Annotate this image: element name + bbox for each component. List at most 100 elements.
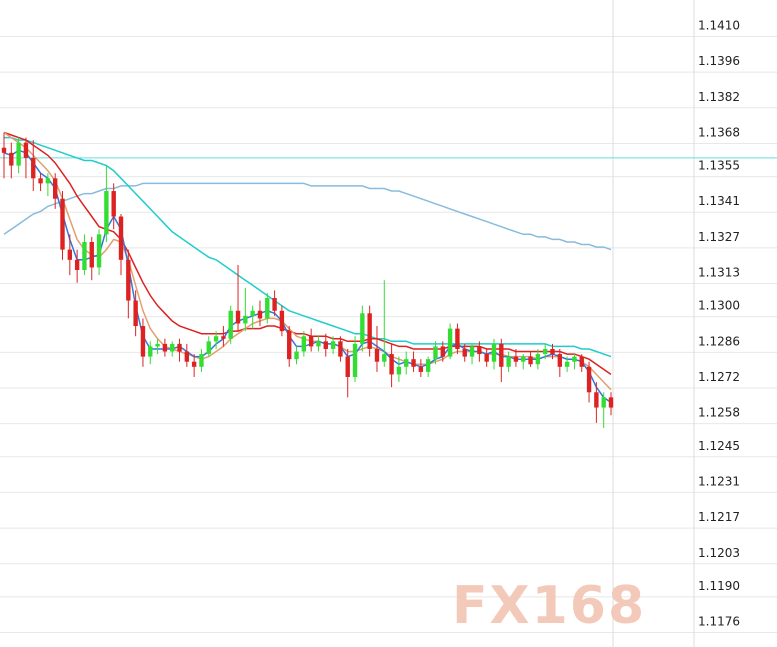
candle-body [601,397,606,408]
y-tick-label: 1.1190 [698,579,740,593]
candle-body [433,346,438,360]
candle-body [272,298,277,311]
candle-body [111,191,116,217]
y-tick-label: 1.1231 [698,474,740,488]
candle-body [550,348,555,355]
candle-body [469,346,475,357]
candle-body [608,397,614,408]
candle-body [594,392,599,408]
candle-body [31,157,36,179]
candle-body [133,300,138,327]
candle-body [382,354,387,362]
candle-body [221,336,226,339]
candle-body [82,241,87,271]
price-chart: 1.1410 1.1396 1.1382 1.1368 1.1355 1.1341 1.13… [0,0,777,647]
fx168-watermark-logo: FX168 [452,577,646,629]
candle-body [542,348,548,355]
candle-body [352,343,358,377]
candle-body [557,354,563,367]
y-tick-label: 1.1341 [698,194,740,208]
y-tick-label: 1.1368 [698,125,740,139]
candle-body [191,361,197,367]
candle-body [250,310,255,316]
candle-body [213,336,219,342]
candle-body [126,259,131,301]
candle-body [330,341,336,349]
candle-body [287,331,292,360]
candle-body [586,366,592,393]
candle-body [148,346,153,357]
candle-body [513,356,519,362]
candle-body [323,341,328,349]
candle-body [338,341,343,357]
candle-body [184,351,190,362]
candle-body [1,147,7,153]
y-tick-label: 1.1313 [698,266,740,280]
watermark-text: FX168 [452,577,646,629]
candle-body [484,354,489,362]
candle-body [316,341,321,347]
y-tick-label: 1.1272 [698,370,740,384]
candle-body [89,241,94,268]
candle-body [67,249,73,260]
candle-body [345,356,350,377]
candle-body [74,259,80,271]
candle-body [235,310,241,324]
candle-body [396,366,402,375]
candle [228,305,233,344]
candle-body [411,359,416,367]
chart-background [0,0,777,647]
candle-body [447,328,453,357]
candle-body [535,354,541,365]
candle-body [162,343,168,352]
candle-body [265,298,270,319]
y-tick-label: 1.1217 [698,510,740,524]
candle-body [9,152,14,166]
candle-body [374,348,380,362]
y-tick-label: 1.1396 [698,54,740,68]
candle-body [199,354,204,367]
candle-body [301,336,307,352]
candle-body [308,336,314,347]
candle-body [23,142,29,158]
candle-body [257,310,263,319]
candle-body [440,346,445,357]
candle-body [243,315,248,324]
candle-body [228,310,233,339]
candle-body [389,354,394,375]
y-tick-label: 1.1245 [698,439,740,453]
candle-body [118,216,124,260]
candle-body [477,346,482,355]
candle-body [528,356,533,365]
candle-body [206,341,211,355]
y-tick-label: 1.1286 [698,334,740,348]
y-tick-label: 1.1300 [698,299,740,313]
candle-body [579,356,584,367]
y-tick-label: 1.1258 [698,406,740,420]
y-tick-label: 1.1410 [698,18,740,32]
candle-body [177,343,182,352]
candle-body [155,343,160,347]
candle-body [455,328,460,349]
candle-body [279,310,285,332]
candle-body [52,178,58,199]
candle-body [96,234,102,268]
candle-body [170,343,175,352]
y-tick-label: 1.1382 [698,90,740,104]
candle-body [572,356,577,362]
y-tick-label: 1.1176 [698,615,740,629]
candle-body [38,178,43,184]
candle-body [367,313,372,349]
candle-body [491,343,497,362]
candle-body [418,366,424,372]
candle-body [564,361,570,367]
candle-body [140,326,146,357]
candle-body [294,351,299,360]
candle-body [404,359,409,367]
candle-body [60,198,65,250]
y-tick-label: 1.1355 [698,159,740,173]
candle [60,191,65,260]
candle-body [521,356,526,362]
y-tick-label: 1.1327 [698,230,740,244]
y-tick-label: 1.1203 [698,546,740,560]
